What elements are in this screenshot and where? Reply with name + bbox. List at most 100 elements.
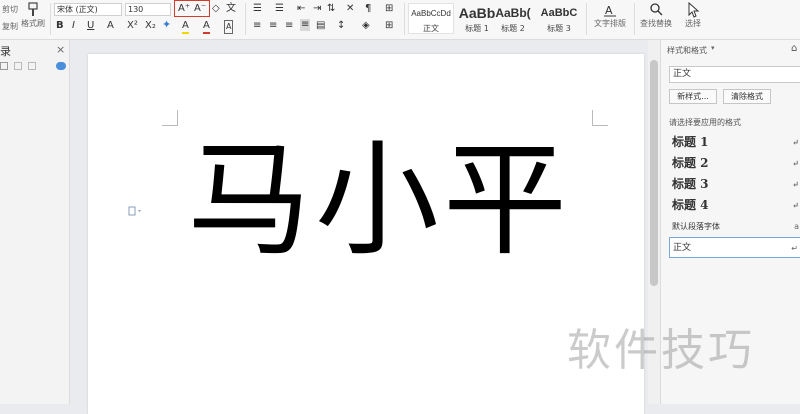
select-button[interactable]: 选择 bbox=[678, 2, 708, 29]
margin-corner-top-right bbox=[592, 110, 608, 126]
strikethrough-button[interactable]: A bbox=[107, 20, 114, 32]
style-item-default-font[interactable]: 默认段落字体 a bbox=[669, 216, 800, 237]
remove-icon[interactable] bbox=[28, 62, 36, 70]
select-label: 选择 bbox=[685, 19, 701, 28]
style-gallery-item-normal[interactable]: AaBbCcDd 正文 bbox=[408, 3, 454, 34]
italic-button[interactable]: I bbox=[72, 20, 75, 32]
scrollbar-thumb[interactable] bbox=[650, 60, 658, 286]
justify-icon[interactable]: ≡ bbox=[300, 19, 311, 31]
bold-button[interactable]: B bbox=[56, 20, 64, 32]
pinyin-button[interactable]: 文 bbox=[226, 3, 236, 15]
document-text[interactable]: 马小平 bbox=[187, 136, 571, 266]
line-spacing-icon[interactable]: ↕ bbox=[337, 20, 345, 32]
toggle-icon[interactable] bbox=[56, 62, 66, 70]
shading-icon[interactable]: ◈ bbox=[362, 20, 370, 32]
align-left-icon[interactable]: ≡ bbox=[253, 20, 261, 32]
style-gallery-item-heading3[interactable]: AaBbC 标题 3 bbox=[536, 3, 582, 34]
style-arrow-icon: ↵ bbox=[791, 244, 798, 253]
numbered-list-icon[interactable]: ☰ bbox=[275, 3, 284, 15]
style-sample: AaBbCcDd bbox=[411, 9, 451, 18]
font-size-select[interactable]: 130 bbox=[125, 3, 171, 16]
sort-icon[interactable]: ⇅ bbox=[327, 3, 335, 15]
style-item-heading2[interactable]: 标题 2 ↵ bbox=[669, 153, 800, 174]
collapse-icon[interactable] bbox=[0, 62, 8, 70]
search-icon bbox=[650, 3, 663, 16]
format-painter-button[interactable]: 格式刷 bbox=[20, 2, 46, 36]
separator bbox=[404, 3, 405, 35]
cursor-arrow-icon bbox=[688, 2, 700, 18]
watermark: 软件技巧 bbox=[567, 325, 755, 376]
margin-corner-top-left bbox=[162, 110, 178, 126]
chevron-down-icon[interactable]: ▾ bbox=[711, 44, 715, 52]
style-item-heading3[interactable]: 标题 3 ↵ bbox=[669, 174, 800, 195]
copy-button[interactable]: 复制 bbox=[2, 21, 18, 32]
shrink-font-button[interactable]: A⁻ bbox=[194, 3, 206, 15]
text-color-button[interactable]: A bbox=[203, 20, 210, 34]
style-arrow-icon: ↵ bbox=[792, 158, 799, 168]
char-border-button[interactable]: A bbox=[224, 20, 234, 34]
styles-panel-title: 样式和格式 bbox=[667, 46, 707, 55]
style-arrow-icon: ↵ bbox=[792, 200, 799, 210]
text-layout-button[interactable]: A 文字排版 bbox=[590, 2, 630, 29]
style-item-label: 标题 4 bbox=[672, 198, 709, 212]
find-replace-button[interactable]: 查找替换 bbox=[638, 2, 674, 29]
paragraph-marker-icon[interactable] bbox=[128, 206, 144, 216]
separator bbox=[586, 3, 587, 35]
style-item-heading1[interactable]: 标题 1 ↵ bbox=[669, 132, 800, 153]
increase-indent-icon[interactable]: ⇥ bbox=[313, 3, 321, 15]
style-a-icon: a bbox=[794, 222, 799, 231]
show-marks-icon[interactable]: ¶ bbox=[365, 3, 371, 15]
distributed-icon[interactable]: ▤ bbox=[316, 20, 325, 32]
cut-button[interactable]: 剪切 bbox=[2, 4, 18, 15]
underline-button[interactable]: U bbox=[87, 20, 94, 32]
style-sample: AaBbC bbox=[540, 7, 578, 19]
style-arrow-icon: ↵ bbox=[792, 137, 799, 147]
grow-font-button[interactable]: A⁺ bbox=[178, 3, 190, 15]
align-right-icon[interactable]: ≡ bbox=[285, 20, 293, 32]
svg-text:A: A bbox=[605, 4, 613, 17]
align-center-icon[interactable]: ≡ bbox=[269, 20, 277, 32]
pin-icon[interactable]: ⌂ bbox=[791, 43, 797, 54]
bullet-list-icon[interactable]: ☰ bbox=[253, 3, 262, 15]
style-label: 标题 2 bbox=[501, 24, 525, 33]
superscript-button[interactable]: X² bbox=[127, 20, 138, 32]
clear-format-button[interactable]: 清除格式 bbox=[723, 89, 771, 104]
font-name-select[interactable]: 宋体 (正文) bbox=[54, 3, 122, 16]
style-item-normal-selected[interactable]: 正文 ↵ bbox=[669, 237, 800, 258]
apply-format-label: 请选择要应用的格式 bbox=[669, 118, 741, 127]
borders-icon[interactable]: ⊞ bbox=[385, 20, 393, 32]
style-label: 正文 bbox=[423, 24, 439, 33]
document-page[interactable]: 马小平 bbox=[88, 54, 644, 414]
add-icon[interactable] bbox=[14, 62, 22, 70]
effects-icon[interactable]: ✦ bbox=[162, 19, 171, 31]
style-item-heading4[interactable]: 标题 4 ↵ bbox=[669, 195, 800, 216]
highlight-button[interactable]: A bbox=[182, 20, 189, 34]
separator bbox=[50, 3, 51, 35]
style-item-label: 标题 2 bbox=[672, 156, 709, 170]
asian-layout-icon[interactable]: ✕ bbox=[346, 3, 354, 15]
close-icon[interactable]: × bbox=[56, 43, 65, 56]
subscript-button[interactable]: X₂ bbox=[145, 20, 156, 32]
clear-format-icon[interactable]: ◇ bbox=[212, 3, 220, 15]
new-style-button[interactable]: 新样式... bbox=[669, 89, 717, 104]
separator bbox=[245, 3, 246, 35]
style-item-label: 标题 1 bbox=[672, 135, 709, 149]
current-style-field[interactable]: 正文 bbox=[669, 66, 800, 83]
format-painter-label: 格式刷 bbox=[21, 19, 45, 28]
navigation-panel: 录 × bbox=[0, 40, 70, 404]
find-replace-label: 查找替换 bbox=[640, 19, 672, 28]
style-list: 标题 1 ↵ 标题 2 ↵ 标题 3 ↵ 标题 4 ↵ 默认段落字体 a 正文 ↵ bbox=[669, 132, 800, 258]
separator bbox=[634, 3, 635, 35]
ribbon-toolbar: 剪切 复制 格式刷 宋体 (正文) 130 A⁺ A⁻ ◇ 文 B I U A … bbox=[0, 0, 800, 40]
style-label: 标题 3 bbox=[547, 24, 571, 33]
text-layout-icon: A bbox=[604, 4, 616, 17]
style-item-label: 正文 bbox=[673, 243, 692, 253]
style-item-label: 默认段落字体 bbox=[672, 222, 720, 231]
brush-icon bbox=[28, 2, 38, 16]
chinese-layout-icon[interactable]: ⊞ bbox=[385, 3, 393, 15]
style-sample: AaBb( bbox=[495, 6, 531, 20]
navigation-panel-title: 录 bbox=[0, 45, 11, 58]
decrease-indent-icon[interactable]: ⇤ bbox=[297, 3, 305, 15]
style-gallery-item-heading2[interactable]: AaBb( 标题 2 bbox=[490, 3, 536, 34]
style-item-label: 标题 3 bbox=[672, 177, 709, 191]
